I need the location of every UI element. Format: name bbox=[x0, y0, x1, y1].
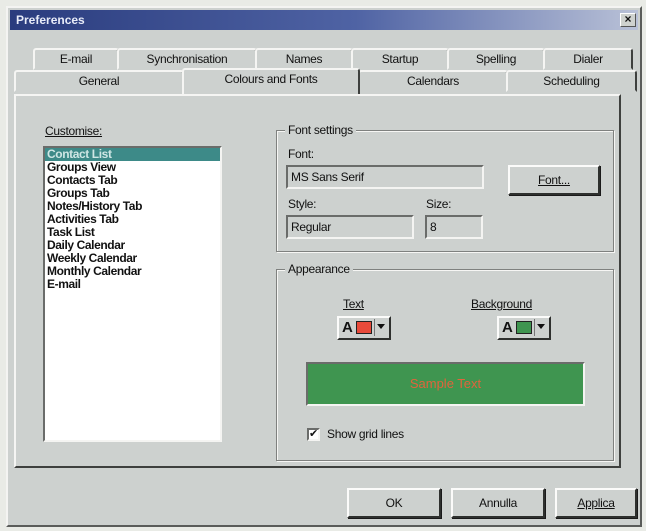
tab-scheduling[interactable]: Scheduling bbox=[506, 70, 637, 92]
tab-dialer-label: Dialer bbox=[573, 52, 603, 66]
apply-button[interactable]: Applica bbox=[555, 488, 637, 518]
font-settings-title: Font settings bbox=[285, 123, 356, 137]
list-item[interactable]: E-mail bbox=[45, 278, 220, 291]
close-button[interactable]: × bbox=[620, 13, 636, 27]
show-grid-lines-label: Show grid lines bbox=[327, 427, 404, 441]
divider bbox=[534, 319, 535, 336]
check-icon: ✔ bbox=[309, 428, 319, 440]
text-color-swatch bbox=[356, 321, 372, 334]
tab-colours-and-fonts[interactable]: Colours and Fonts bbox=[182, 68, 360, 94]
tab-startup-label: Startup bbox=[381, 52, 419, 66]
tab-startup[interactable]: Startup bbox=[351, 48, 449, 70]
font-button-label: Font... bbox=[538, 173, 570, 187]
font-label: Font: bbox=[288, 147, 314, 161]
tab-colours-and-fonts-label: Colours and Fonts bbox=[224, 72, 318, 86]
tab-email-label: E-mail bbox=[59, 52, 93, 66]
tab-calendars-label: Calendars bbox=[407, 74, 459, 88]
font-field[interactable]: MS Sans Serif bbox=[286, 165, 484, 189]
background-color-button[interactable]: A bbox=[497, 316, 551, 340]
tab-general[interactable]: General bbox=[14, 70, 184, 92]
chevron-down-icon bbox=[537, 324, 545, 329]
style-field[interactable]: Regular bbox=[286, 215, 414, 239]
tab-spelling[interactable]: Spelling bbox=[447, 48, 545, 70]
ok-button[interactable]: OK bbox=[347, 488, 441, 518]
chevron-down-icon bbox=[377, 324, 385, 329]
divider bbox=[374, 319, 375, 336]
ok-button-label: OK bbox=[385, 496, 403, 510]
tab-calendars[interactable]: Calendars bbox=[358, 70, 508, 92]
customise-label: Customise: bbox=[45, 124, 103, 138]
background-color-label: Background bbox=[471, 297, 533, 311]
appearance-title: Appearance bbox=[285, 262, 353, 276]
close-icon: × bbox=[624, 12, 632, 26]
background-color-swatch bbox=[516, 321, 532, 334]
apply-button-label: Applica bbox=[577, 496, 615, 510]
size-field[interactable]: 8 bbox=[425, 215, 483, 239]
tab-email[interactable]: E-mail bbox=[33, 48, 119, 70]
show-grid-lines-checkbox[interactable]: ✔ bbox=[307, 428, 320, 441]
tab-synchronisation-label: Synchronisation bbox=[146, 52, 228, 66]
font-color-icon: A bbox=[342, 319, 353, 336]
tab-names-label: Names bbox=[285, 52, 323, 66]
size-label: Size: bbox=[426, 197, 452, 211]
style-label: Style: bbox=[288, 197, 317, 211]
font-button[interactable]: Font... bbox=[508, 165, 600, 195]
font-color-icon: A bbox=[502, 319, 513, 336]
title-bar: Preferences × bbox=[10, 10, 638, 30]
customise-list[interactable]: Contact List Groups View Contacts Tab Gr… bbox=[43, 146, 222, 442]
text-color-label: Text bbox=[343, 297, 364, 311]
tab-dialer[interactable]: Dialer bbox=[543, 48, 633, 70]
cancel-button[interactable]: Annulla bbox=[451, 488, 545, 518]
tab-general-label: General bbox=[78, 74, 120, 88]
tab-spelling-label: Spelling bbox=[475, 52, 517, 66]
tab-synchronisation[interactable]: Synchronisation bbox=[117, 48, 257, 70]
cancel-button-label: Annulla bbox=[479, 496, 517, 510]
window-title: Preferences bbox=[16, 13, 85, 27]
sample-text-preview: Sample Text bbox=[306, 362, 585, 406]
tab-scheduling-label: Scheduling bbox=[543, 74, 600, 88]
text-color-button[interactable]: A bbox=[337, 316, 391, 340]
tab-names[interactable]: Names bbox=[255, 48, 353, 70]
